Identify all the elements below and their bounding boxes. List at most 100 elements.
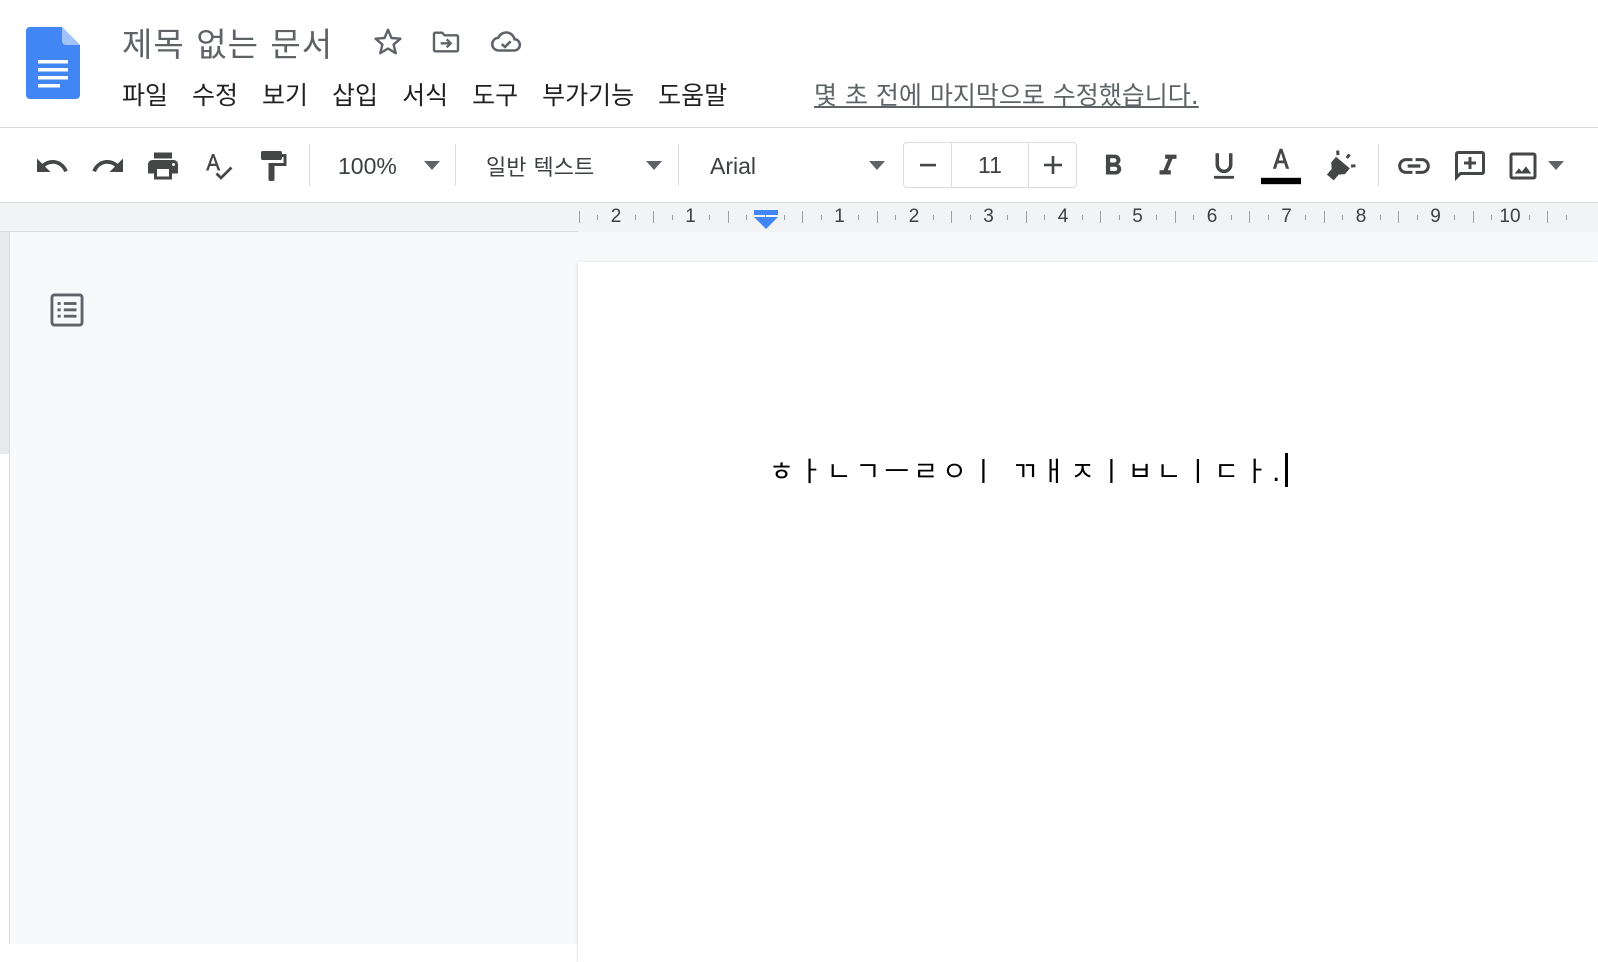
ruler-tick xyxy=(578,211,580,223)
ruler-tick xyxy=(653,211,655,223)
chevron-down-icon xyxy=(869,161,885,170)
font-family-select[interactable]: Arial xyxy=(710,146,885,186)
move-to-folder-icon[interactable] xyxy=(428,24,464,60)
document-canvas: ㅎㅏㄴㄱㅡㄹㅇㅣ ㄲㅐㅈㅣㅂㄴㅣㄷㅏ. xyxy=(0,232,1598,962)
ruler-label: 3 xyxy=(983,206,994,227)
ruler-tick xyxy=(1323,211,1325,223)
ruler-tick xyxy=(895,215,897,220)
ruler-label: 5 xyxy=(1132,206,1143,227)
ruler-tick xyxy=(597,215,599,220)
menu-format[interactable]: 서식 xyxy=(392,76,462,112)
ruler-tick xyxy=(1044,215,1046,220)
menu-help[interactable]: 도움말 xyxy=(648,76,741,112)
paragraph-style-value: 일반 텍스트 xyxy=(486,156,595,181)
document-body[interactable]: ㅎㅏㄴㄱㅡㄹㅇㅣ ㄲㅐㅈㅣㅂㄴㅣㄷㅏ. xyxy=(769,450,1289,489)
ruler-label: 8 xyxy=(1355,206,1367,227)
ruler-tick xyxy=(1100,211,1102,223)
undo-icon[interactable] xyxy=(32,146,72,186)
underline-icon[interactable] xyxy=(1204,146,1244,186)
menu-insert[interactable]: 삽입 xyxy=(322,76,392,112)
paragraph-style-select[interactable]: 일반 텍스트 xyxy=(486,146,662,186)
document-page[interactable]: ㅎㅏㄴㄱㅡㄹㅇㅣ ㄲㅐㅈㅣㅂㄴㅣㄷㅏ. xyxy=(578,262,1598,962)
zoom-select[interactable]: 100% xyxy=(338,146,440,186)
vertical-ruler[interactable] xyxy=(0,232,10,944)
document-outline-icon[interactable] xyxy=(47,290,87,330)
header: 제목 없는 문서 파일 수정 보기 삽입 서식 도구 부가기능 도움말 몇 초 … xyxy=(0,0,1598,128)
redo-icon[interactable] xyxy=(88,146,128,186)
ruler-tick xyxy=(1454,215,1456,220)
ruler-tick xyxy=(858,215,860,220)
ruler-tick xyxy=(1379,215,1381,220)
cloud-saved-icon[interactable] xyxy=(488,24,524,60)
last-edit-link[interactable]: 몇 초 전에 마지막으로 수정했습니다. xyxy=(814,76,1199,112)
ruler-tick xyxy=(634,215,636,220)
docs-logo-icon[interactable] xyxy=(26,27,80,99)
ruler-tick xyxy=(1491,215,1493,220)
ruler-tick xyxy=(1416,215,1418,220)
insert-image-icon[interactable] xyxy=(1503,146,1543,186)
ruler-tick xyxy=(1007,215,1009,220)
link-icon[interactable] xyxy=(1394,146,1434,186)
ruler-label: 2 xyxy=(610,206,622,227)
increase-font-size-button[interactable] xyxy=(1029,143,1076,187)
ruler-label: 9 xyxy=(1430,206,1441,227)
ruler-label: 2 xyxy=(908,206,920,227)
font-size-input[interactable]: 11 xyxy=(951,143,1029,187)
toolbar: 100% 일반 텍스트 Arial xyxy=(0,128,1598,203)
ruler-tick xyxy=(1267,215,1269,220)
ruler-page-area xyxy=(578,203,1598,232)
ruler-tick xyxy=(820,215,822,220)
bold-icon[interactable] xyxy=(1093,146,1133,186)
chevron-down-icon[interactable] xyxy=(1548,161,1564,170)
menubar: 파일 수정 보기 삽입 서식 도구 부가기능 도움말 xyxy=(112,74,741,114)
menu-addons[interactable]: 부가기능 xyxy=(532,76,648,112)
toolbar-divider xyxy=(1378,144,1379,186)
print-icon[interactable] xyxy=(143,146,183,186)
ruler-label: 4 xyxy=(1057,206,1069,227)
ruler-tick xyxy=(969,215,971,220)
font-size-control: 11 xyxy=(903,142,1077,188)
menu-file[interactable]: 파일 xyxy=(112,76,182,112)
ruler-tick xyxy=(876,211,878,223)
indent-marker-icon[interactable] xyxy=(753,206,779,230)
font-family-value: Arial xyxy=(710,152,757,179)
menu-view[interactable]: 보기 xyxy=(252,76,322,112)
toolbar-divider xyxy=(455,144,456,186)
star-icon[interactable] xyxy=(370,24,406,60)
ruler-tick xyxy=(802,211,804,223)
toolbar-divider xyxy=(678,144,679,186)
add-comment-icon[interactable] xyxy=(1450,146,1490,186)
italic-icon[interactable] xyxy=(1148,146,1188,186)
text-cursor xyxy=(1285,453,1289,487)
ruler-tick xyxy=(1249,211,1251,223)
text-color-icon[interactable] xyxy=(1261,142,1301,190)
document-title[interactable]: 제목 없는 문서 xyxy=(122,18,333,66)
spellcheck-icon[interactable] xyxy=(198,146,238,186)
ruler-tick xyxy=(1342,215,1344,220)
decrease-font-size-button[interactable] xyxy=(904,143,951,187)
highlight-icon[interactable] xyxy=(1320,146,1360,186)
ruler-tick xyxy=(1174,211,1176,223)
ruler-label: 10 xyxy=(1499,206,1521,227)
chevron-down-icon xyxy=(424,161,440,170)
document-text: ㅎㅏㄴㄱㅡㄹㅇㅣ ㄲㅐㅈㅣㅂㄴㅣㄷㅏ. xyxy=(769,457,1285,488)
toolbar-divider xyxy=(309,144,310,186)
ruler-label: 6 xyxy=(1206,206,1218,227)
paint-format-icon[interactable] xyxy=(253,146,293,186)
ruler-tick xyxy=(1118,215,1120,220)
ruler-tick xyxy=(671,215,673,220)
ruler-tick xyxy=(1528,215,1530,220)
ruler-tick xyxy=(1081,215,1083,220)
ruler-tick xyxy=(1472,211,1474,223)
ruler-tick xyxy=(1305,215,1307,220)
ruler-tick xyxy=(1025,211,1027,223)
ruler-tick xyxy=(951,211,953,223)
ruler-tick xyxy=(932,215,934,220)
ruler-tick xyxy=(783,215,785,220)
menu-tools[interactable]: 도구 xyxy=(462,76,532,112)
ruler-tick xyxy=(1398,211,1400,223)
ruler-label: 1 xyxy=(834,206,845,227)
menu-edit[interactable]: 수정 xyxy=(182,76,252,112)
horizontal-ruler[interactable]: 2 1 1 2 3 4 5 6 7 8 9 10 xyxy=(0,203,1598,232)
ruler-label: 7 xyxy=(1281,206,1292,227)
